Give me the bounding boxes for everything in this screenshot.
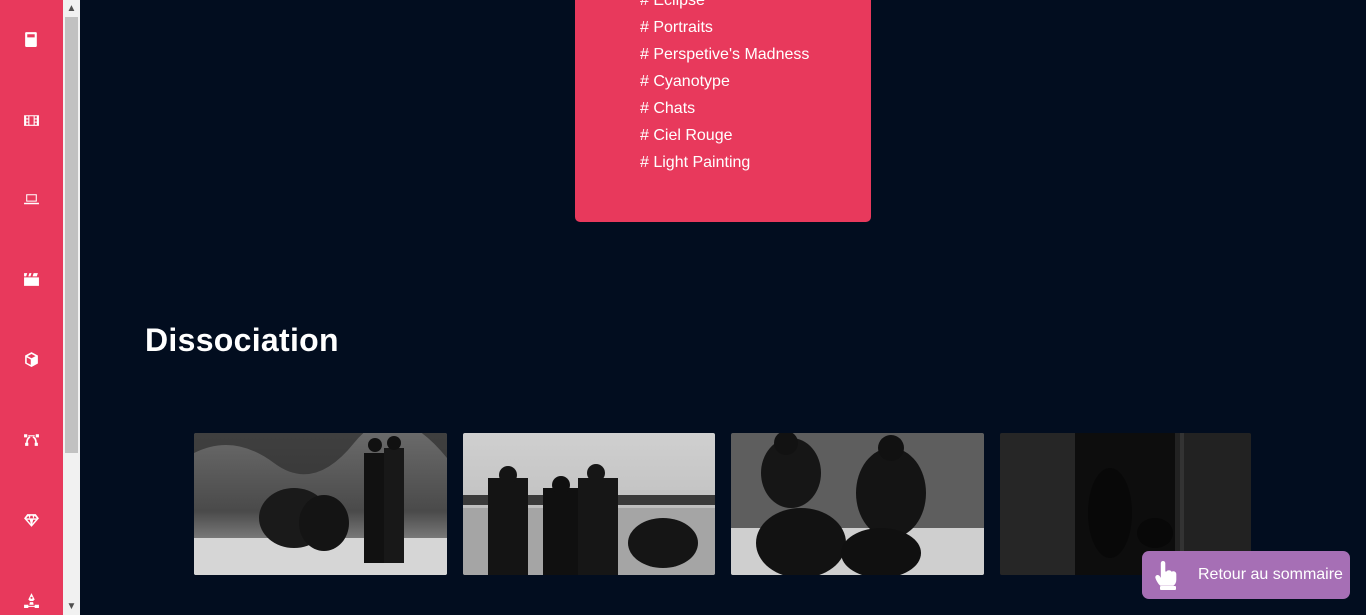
scroll-thumb[interactable] <box>65 17 78 453</box>
tag-link[interactable]: # Ciel Rouge <box>640 122 809 149</box>
gallery-photo-2[interactable] <box>463 433 715 575</box>
tag-link[interactable]: # Light Painting <box>640 149 809 176</box>
tags-card: # Eclipse # Portraits # Perspetive's Mad… <box>575 0 871 222</box>
section-title: Dissociation <box>145 322 339 358</box>
laptop-icon[interactable] <box>22 190 41 209</box>
vertical-scrollbar[interactable]: ▲ ▼ <box>63 0 80 615</box>
book-icon[interactable] <box>22 30 41 49</box>
clapperboard-icon[interactable] <box>22 270 41 289</box>
tag-link[interactable]: # Portraits <box>640 14 809 41</box>
pen-tool-icon[interactable] <box>22 591 41 610</box>
gallery-photo-3[interactable] <box>731 433 984 575</box>
film-icon[interactable] <box>22 111 41 130</box>
tag-link[interactable]: # Cyanotype <box>640 68 809 95</box>
scroll-down-arrow-icon[interactable]: ▼ <box>63 598 80 615</box>
scroll-up-arrow-icon[interactable]: ▲ <box>63 0 80 17</box>
back-to-summary-button[interactable]: Retour au sommaire <box>1142 551 1350 599</box>
gallery-photo-1[interactable] <box>194 433 447 575</box>
tag-link[interactable]: # Perspetive's Madness <box>640 41 809 68</box>
tag-list: # Eclipse # Portraits # Perspetive's Mad… <box>640 0 809 176</box>
tag-link[interactable]: # Eclipse <box>640 0 809 14</box>
pointing-hand-icon <box>1152 559 1180 591</box>
tag-link[interactable]: # Chats <box>640 95 809 122</box>
gem-icon[interactable] <box>22 511 41 530</box>
vector-icon[interactable] <box>22 430 41 449</box>
back-button-label: Retour au sommaire <box>1198 566 1343 583</box>
icon-sidebar <box>0 0 63 615</box>
cube-icon[interactable] <box>22 350 41 369</box>
